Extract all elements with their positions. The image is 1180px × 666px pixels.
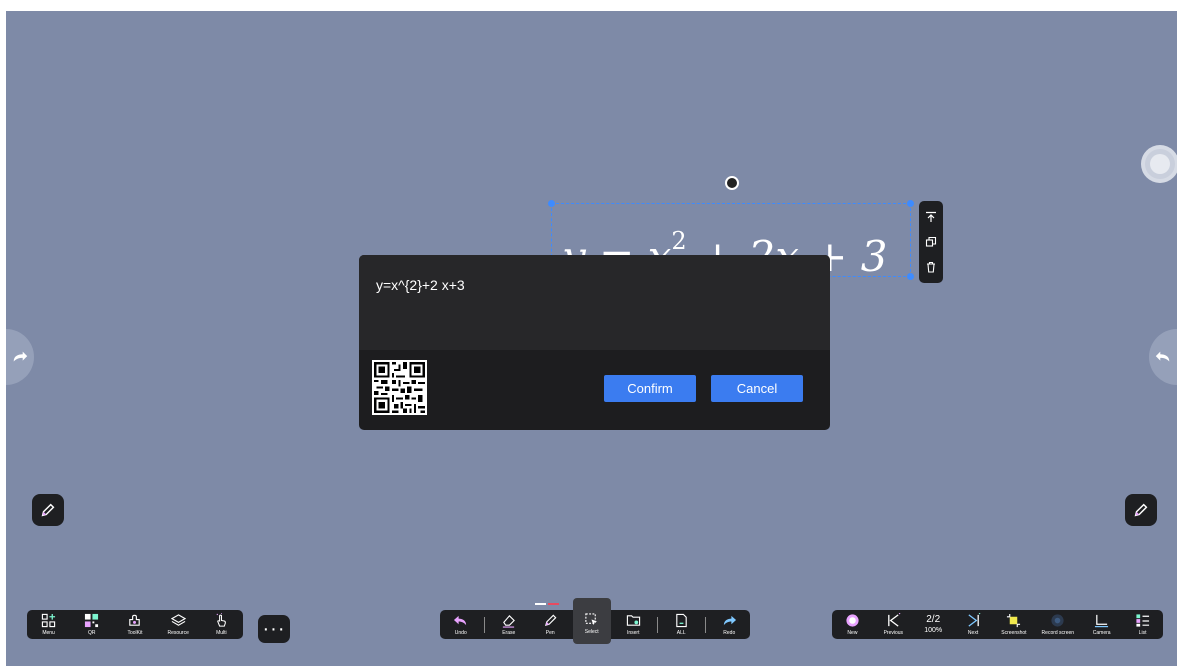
confirm-button[interactable]: Confirm — [604, 375, 696, 402]
rotate-handle[interactable] — [725, 176, 739, 190]
cancel-button[interactable]: Cancel — [711, 375, 803, 402]
object-context-menu — [919, 201, 943, 283]
separator — [704, 616, 706, 633]
menu-icon — [41, 613, 56, 628]
redo-button[interactable]: Redo — [710, 610, 748, 639]
selection-handle-top-left[interactable] — [548, 200, 555, 207]
page-turn-left-tab[interactable] — [6, 329, 34, 385]
formula-input[interactable]: y=x^{2}+2 x+3 — [359, 255, 830, 350]
screenshot-icon — [1007, 613, 1021, 628]
page-indicator — [535, 603, 559, 605]
insert-button[interactable]: Insert — [614, 610, 652, 639]
erase-button[interactable]: Erase — [490, 610, 528, 639]
pen-icon — [41, 503, 55, 517]
center-toolbar: Undo Erase Pen Select Insert ALL Redo — [440, 597, 750, 644]
copy-icon[interactable] — [925, 236, 937, 248]
select-button[interactable]: Select — [572, 597, 611, 644]
trash-icon[interactable] — [925, 261, 937, 273]
multi-touch-icon — [216, 613, 226, 627]
toolkit-button[interactable]: ToolKit — [116, 610, 154, 639]
all-button[interactable]: ALL — [662, 610, 700, 639]
undo-button[interactable]: Undo — [442, 610, 480, 639]
screenshot-button[interactable]: Screenshot — [995, 610, 1033, 639]
resource-icon — [170, 614, 186, 626]
next-page-button[interactable]: Next — [954, 610, 992, 639]
redo-arrow-icon — [13, 351, 28, 362]
redo-icon — [723, 615, 736, 626]
eraser-icon — [503, 614, 516, 628]
separator — [484, 616, 486, 633]
selection-handle-top-right[interactable] — [907, 200, 914, 207]
list-button[interactable]: List — [1124, 610, 1162, 639]
whiteboard-canvas[interactable]: y = x2 + 2x + 3 y=x^{2}+2 x+3 — [6, 11, 1177, 666]
page-turn-right-tab[interactable] — [1149, 329, 1177, 385]
select-icon — [585, 613, 598, 626]
right-toolbar: New Previous 2/2 100% Next Screenshot Re… — [832, 610, 1163, 639]
new-page-icon — [846, 614, 859, 627]
record-icon — [1051, 614, 1064, 627]
selection-handle-bottom-right[interactable] — [907, 273, 914, 280]
right-pen-shortcut-button[interactable] — [1125, 494, 1157, 526]
pen-icon — [544, 614, 557, 627]
menu-button[interactable]: Menu — [30, 610, 68, 639]
qr-icon — [85, 613, 99, 628]
resource-button[interactable]: Resource — [159, 610, 197, 639]
left-pen-shortcut-button[interactable] — [32, 494, 64, 526]
pen-tool-button[interactable]: Pen — [531, 610, 569, 639]
formula-edit-dialog: y=x^{2}+2 x+3 Confirm Cancel — [359, 255, 830, 430]
more-options-button[interactable]: ··· — [258, 615, 290, 643]
list-icon — [1136, 614, 1150, 627]
camera-icon — [1095, 614, 1109, 628]
undo-arrow-icon — [1155, 351, 1170, 362]
record-screen-button[interactable]: Record screen — [1036, 610, 1080, 639]
toolkit-icon — [129, 614, 141, 626]
next-icon — [967, 613, 981, 627]
camera-button[interactable]: Camera — [1083, 610, 1121, 639]
page-counter[interactable]: 2/2 100% — [915, 614, 951, 635]
undo-icon — [454, 615, 467, 626]
all-icon — [676, 613, 687, 628]
bring-to-top-icon[interactable] — [925, 211, 937, 223]
previous-icon — [887, 613, 901, 627]
pen-icon — [1134, 503, 1148, 517]
multi-button[interactable]: Multi — [202, 610, 240, 639]
floating-assist-ball[interactable] — [1141, 145, 1177, 183]
qr-button[interactable]: QR — [73, 610, 111, 639]
separator — [656, 616, 658, 633]
zoom-level: 100% — [924, 627, 943, 634]
qr-code — [372, 360, 427, 415]
new-page-button[interactable]: New — [833, 610, 871, 639]
left-toolbar: Menu QR ToolKit Resource Multi — [27, 610, 243, 639]
insert-icon — [626, 615, 640, 626]
previous-page-button[interactable]: Previous — [874, 610, 912, 639]
